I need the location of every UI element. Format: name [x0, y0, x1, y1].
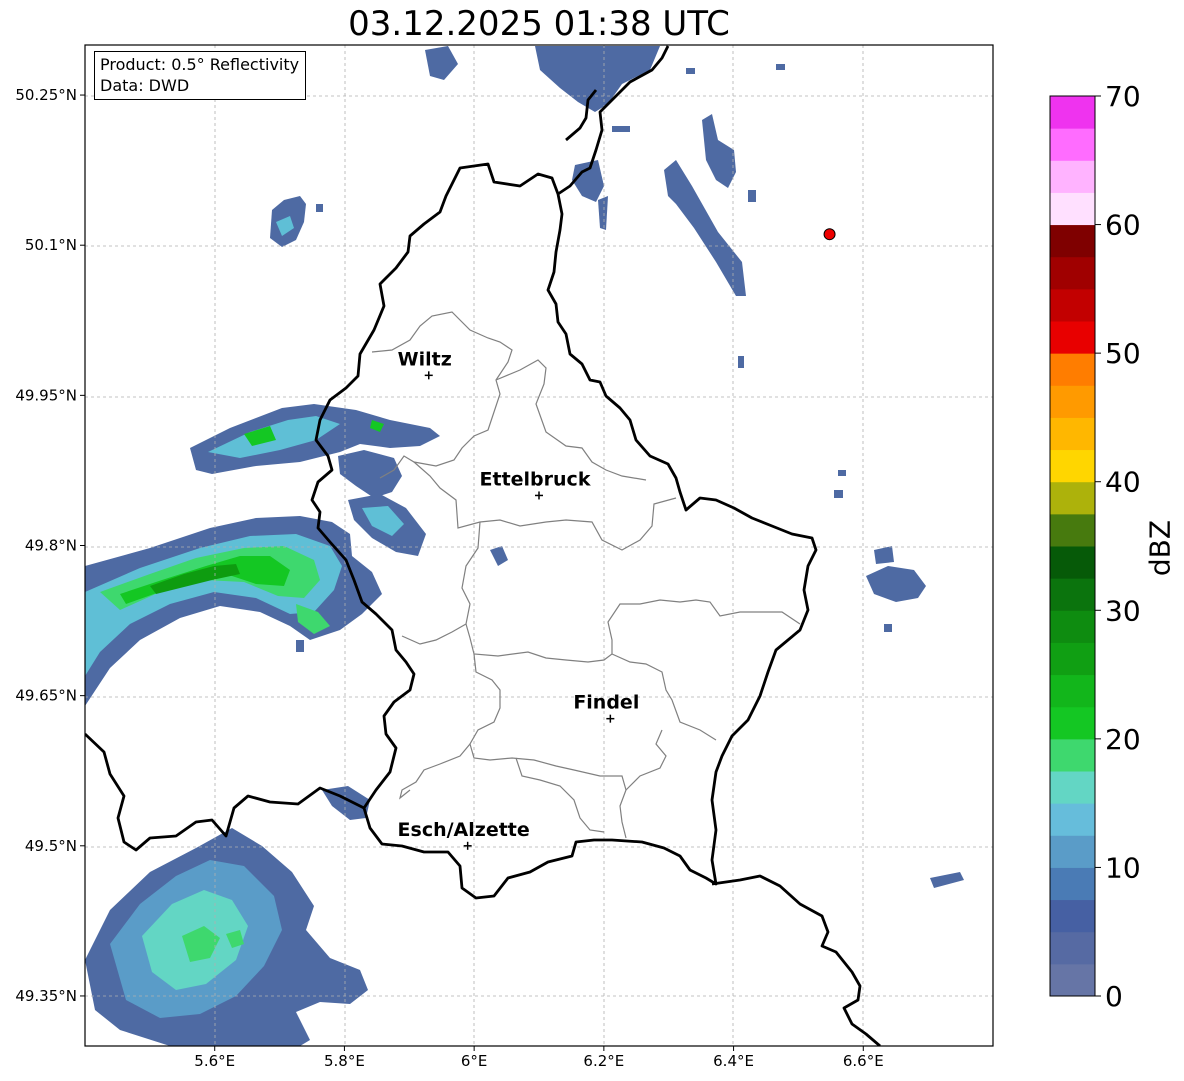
colorbar-ticks: 0 10 20 30 40 50 60 70 [1095, 80, 1141, 1013]
lon-tick-label: 6.4°E [713, 1052, 754, 1070]
radar-layer [85, 46, 964, 1046]
colorbar-tick-label: 0 [1105, 980, 1123, 1013]
colorbar-bin [1050, 610, 1095, 643]
colorbar-bin [1050, 160, 1095, 193]
colorbar-bin [1050, 867, 1095, 901]
echo-ne-streak [702, 114, 736, 188]
colorbar-bin [1050, 738, 1095, 772]
info-source: Data: DWD [100, 76, 190, 95]
colorbar-bin [1050, 578, 1095, 611]
lat-tick-label: 50.1°N [25, 236, 77, 254]
lon-tick-label: 6°E [461, 1052, 488, 1070]
colorbar-tick-label: 50 [1105, 337, 1141, 370]
lon-ticks: 5.6°E 5.8°E 6°E 6.2°E 6.4°E 6.6°E [194, 1046, 884, 1070]
colorbar-bin [1050, 321, 1095, 354]
lat-tick-label: 49.95°N [15, 386, 77, 404]
colorbar-bin [1050, 353, 1095, 386]
colorbar-tick-label: 60 [1105, 209, 1141, 242]
colorbar-bin [1050, 288, 1095, 322]
colorbar-tick-label: 70 [1105, 80, 1141, 113]
colorbar-tick-label: 20 [1105, 723, 1141, 756]
colorbar-bin [1050, 224, 1095, 258]
colorbar-tick-label: 40 [1105, 466, 1141, 499]
colorbar-bin [1050, 771, 1095, 804]
colorbar-bin [1050, 513, 1095, 547]
colorbar-bin [1050, 96, 1095, 129]
colorbar-bin [1050, 835, 1095, 868]
be-fr-border [85, 732, 365, 852]
colorbar-bin [1050, 803, 1095, 836]
city-marker: Wiltz [398, 348, 452, 380]
colorbar [1049, 95, 1096, 997]
colorbar-bin [1050, 385, 1095, 418]
colorbar-label: dBZ [1143, 519, 1177, 577]
city-marker: Ettelbruck [480, 468, 591, 500]
colorbar-bin [1050, 449, 1095, 483]
colorbar-bin [1050, 931, 1095, 965]
lat-tick-label: 49.65°N [15, 687, 77, 705]
city-marker: Findel [573, 692, 639, 723]
colorbar-tick-label: 10 [1105, 851, 1141, 884]
city-label: Wiltz [398, 348, 452, 370]
colorbar-bin [1050, 963, 1095, 997]
colorbar-bin [1050, 674, 1095, 708]
colorbar-tick-label: 30 [1105, 594, 1141, 627]
lon-tick-label: 6.6°E [843, 1052, 884, 1070]
lat-tick-label: 49.5°N [25, 837, 77, 855]
colorbar-bin [1050, 546, 1095, 579]
lat-ticks: 50.25°N 50.1°N 49.95°N 49.8°N 49.65°N 49.5°N 4… [15, 86, 85, 1005]
radar-map: WiltzEttelbruckFindelEsch/Alzette 5.6°E 5… [15, 44, 1141, 1070]
radar-site-marker [823, 228, 836, 241]
colorbar-bin [1050, 642, 1095, 676]
city-marker: Esch/Alzette [398, 819, 530, 850]
cities-layer: Wiltz Ettelbruck Findel Esch/Alzette [398, 348, 639, 850]
lon-tick-label: 6.2°E [583, 1052, 624, 1070]
info-box: Product: 0.5° Reflectivity Data: DWD [94, 51, 307, 100]
colorbar-bin [1050, 899, 1095, 933]
de-fr-border-south [711, 874, 881, 1046]
lon-tick-label: 5.6°E [194, 1052, 235, 1070]
colorbar-bin [1050, 192, 1095, 226]
city-label: Ettelbruck [480, 468, 591, 490]
colorbar-bin [1050, 256, 1095, 290]
lat-tick-label: 50.25°N [15, 86, 77, 104]
lat-tick-label: 49.35°N [15, 987, 77, 1005]
lat-tick-label: 49.8°N [25, 537, 77, 555]
echo-top-cluster [535, 46, 660, 112]
lon-tick-label: 5.8°E [324, 1052, 365, 1070]
colorbar-bin [1050, 481, 1095, 515]
echo-east-cell [866, 566, 926, 602]
canton-boundaries [371, 311, 801, 839]
city-label: Esch/Alzette [398, 819, 530, 841]
city-label: Findel [573, 692, 639, 714]
colorbar-bin [1050, 417, 1095, 451]
colorbar-bin [1050, 706, 1095, 740]
colorbar-bin [1050, 128, 1095, 161]
info-product: Product: 0.5° Reflectivity [100, 55, 300, 74]
